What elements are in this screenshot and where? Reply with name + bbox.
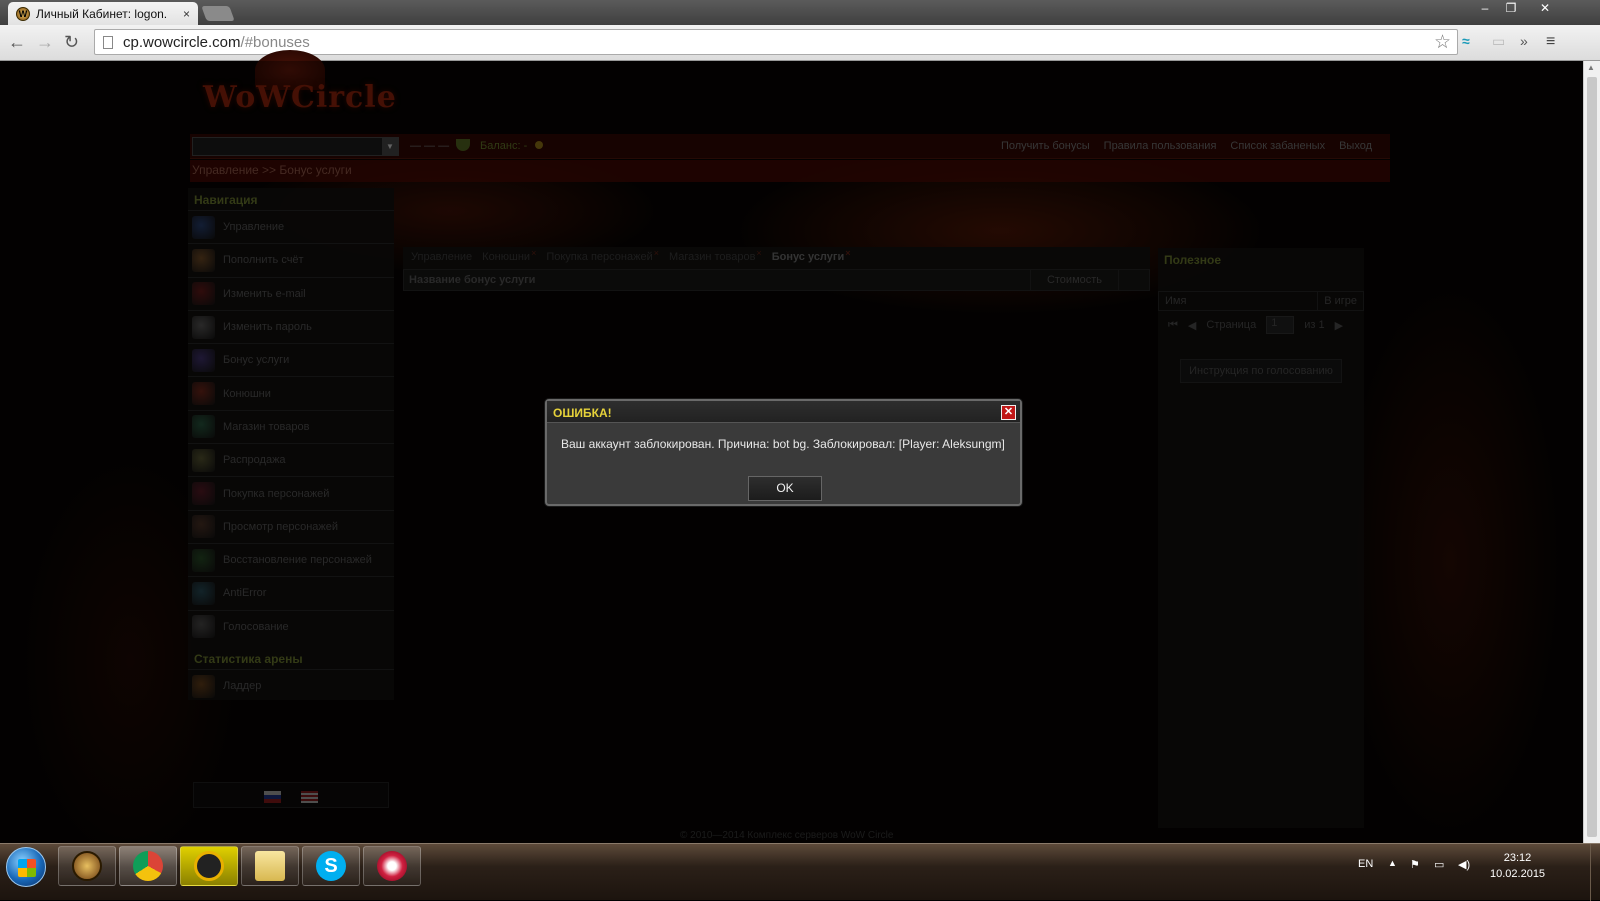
url-text: cp.wowcircle.com/#bonuses bbox=[123, 33, 310, 51]
tray-expand-icon[interactable]: ▲ bbox=[1388, 858, 1397, 868]
tab-close-icon[interactable]: × bbox=[183, 7, 190, 21]
error-dialog: ОШИБКА! ✕ Ваш аккаунт заблокирован. Прич… bbox=[545, 399, 1022, 506]
bookmark-star-icon[interactable]: ☆ bbox=[1434, 31, 1451, 54]
dialog-title: ОШИБКА! bbox=[553, 406, 612, 420]
wow-launcher-taskbar-icon[interactable] bbox=[58, 846, 116, 886]
new-tab-button[interactable] bbox=[201, 6, 235, 21]
chrome-taskbar-icon[interactable] bbox=[119, 846, 177, 886]
action-center-flag-icon[interactable]: ⚑ bbox=[1410, 858, 1420, 871]
ok-button[interactable]: OK bbox=[748, 476, 822, 501]
page-icon bbox=[103, 35, 113, 49]
arcade-taskbar-icon[interactable] bbox=[180, 846, 238, 886]
page-scrollbar[interactable]: ▲ ▼ bbox=[1583, 61, 1600, 858]
minimize-button[interactable]: – bbox=[1472, 0, 1498, 18]
restore-button[interactable]: ❐ bbox=[1498, 0, 1524, 18]
skype-taskbar-icon[interactable]: S bbox=[302, 846, 360, 886]
tab-title: Личный Кабинет: logon. bbox=[36, 6, 168, 21]
browser-titlebar: W Личный Кабинет: logon. × – ❐ ✕ bbox=[0, 0, 1600, 25]
media-player-taskbar-icon[interactable] bbox=[363, 846, 421, 886]
language-indicator[interactable]: EN bbox=[1358, 858, 1373, 870]
overflow-chevron-icon[interactable]: » bbox=[1520, 33, 1528, 49]
start-button[interactable] bbox=[6, 847, 46, 887]
network-icon[interactable]: ▭ bbox=[1434, 858, 1444, 871]
forward-arrow-icon[interactable]: → bbox=[36, 33, 54, 51]
volume-icon[interactable]: ◀) bbox=[1458, 858, 1470, 871]
browser-tab[interactable]: W Личный Кабинет: logon. × bbox=[8, 2, 198, 25]
wow-favicon-icon: W bbox=[16, 6, 30, 21]
close-icon[interactable]: ✕ bbox=[1001, 405, 1016, 420]
extension-disabled-icon[interactable]: ▭ bbox=[1492, 33, 1505, 50]
extension-icon[interactable]: ≈ bbox=[1462, 33, 1470, 49]
menu-icon[interactable]: ≡ bbox=[1546, 33, 1555, 51]
clock-time: 23:12 bbox=[1503, 852, 1532, 864]
windows-taskbar: S EN ▲ ⚑ ▭ ◀) 23:12 10.02.2015 bbox=[0, 843, 1600, 901]
close-window-button[interactable]: ✕ bbox=[1530, 0, 1560, 18]
clock-date: 10.02.2015 bbox=[1490, 868, 1546, 880]
back-arrow-icon[interactable]: ← bbox=[8, 33, 26, 51]
scroll-up-icon[interactable]: ▲ bbox=[1587, 63, 1595, 72]
dialog-message: Ваш аккаунт заблокирован. Причина: bot b… bbox=[561, 437, 1005, 451]
file-explorer-taskbar-icon[interactable] bbox=[241, 846, 299, 886]
browser-toolbar: ← → ↻ cp.wowcircle.com/#bonuses ☆ ≈ ▭ » … bbox=[0, 25, 1600, 61]
system-clock[interactable]: 23:12 10.02.2015 bbox=[1490, 850, 1545, 882]
scrollbar-thumb[interactable] bbox=[1587, 77, 1597, 837]
show-desktop-button[interactable] bbox=[1590, 844, 1600, 901]
reload-icon[interactable]: ↻ bbox=[64, 33, 79, 51]
dialog-header: ОШИБКА! ✕ bbox=[547, 401, 1020, 423]
